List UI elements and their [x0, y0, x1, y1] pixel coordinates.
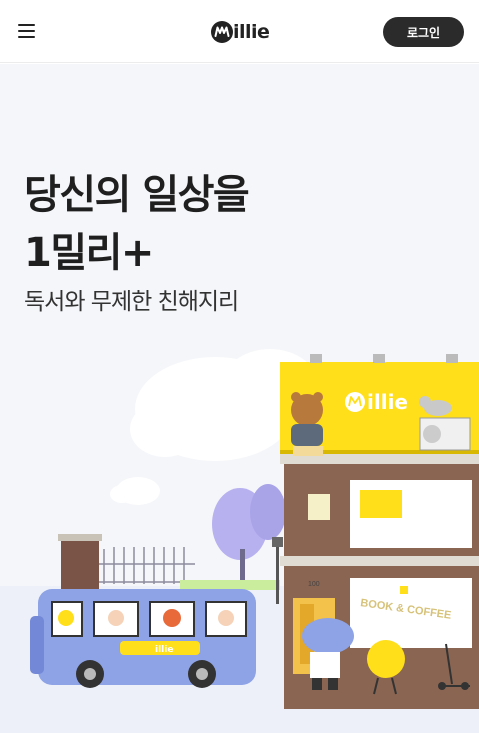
- billboard-logo-text: illie: [367, 390, 408, 414]
- street-lamp: [276, 544, 279, 604]
- hero-section: 당신의 일상을 1밀리+ 독서와 무제한 친해지리 BOOK & COFFEE …: [0, 64, 479, 733]
- logo-mark-icon: [211, 21, 233, 43]
- hamburger-menu-icon[interactable]: [16, 20, 38, 42]
- hero-illustration: BOOK & COFFEE 100 illie illie: [0, 349, 479, 733]
- top-header: illie 로그인: [0, 0, 479, 63]
- headline-line-2: 1밀리+: [24, 230, 154, 276]
- millie-logo[interactable]: illie: [211, 18, 270, 46]
- hero-subhead: 독서와 무제한 친해지리: [24, 289, 239, 315]
- hero-headline: 당신의 일상을 1밀리+: [24, 166, 250, 282]
- door-number: 100: [308, 581, 320, 588]
- bus: illie: [30, 589, 256, 688]
- logo-text: illie: [233, 21, 270, 43]
- iron-fence: [95, 547, 195, 584]
- cloud-small: [110, 477, 160, 505]
- login-button[interactable]: 로그인: [383, 17, 464, 47]
- headline-line-1: 당신의 일상을: [24, 172, 250, 218]
- tree-purple: [212, 484, 286, 589]
- bus-logo-text: illie: [155, 645, 173, 655]
- brick-pillar: [61, 537, 99, 592]
